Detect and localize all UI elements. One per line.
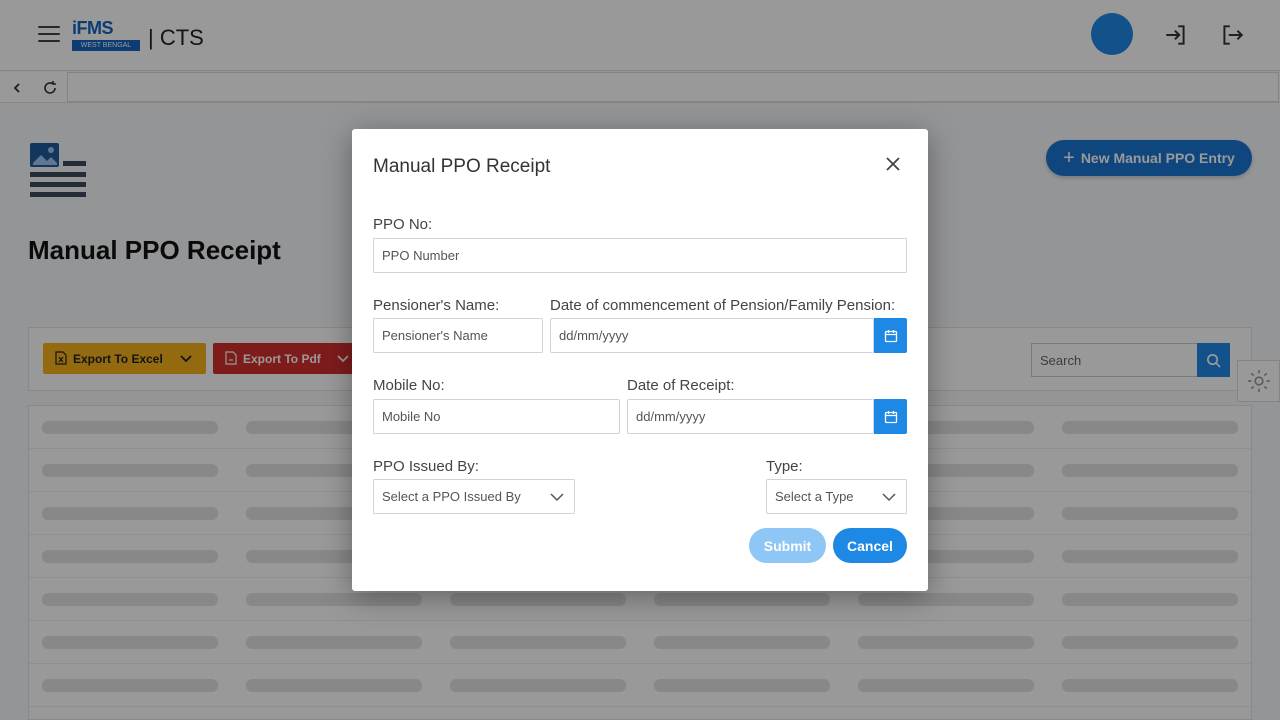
chevron-down-icon [882,493,896,502]
cancel-button[interactable]: Cancel [833,528,907,563]
ppo-number-input[interactable]: PPO Number [373,238,907,273]
receipt-date-label: Date of Receipt: [627,377,735,394]
commencement-date-label: Date of commencement of Pension/Family P… [550,297,896,314]
commencement-calendar-button[interactable] [874,318,907,353]
submit-button[interactable]: Submit [749,528,826,563]
close-icon[interactable] [882,153,904,175]
receipt-date-input[interactable]: dd/mm/yyyy [627,399,874,434]
pensioner-name-label: Pensioner's Name: [373,297,500,314]
mobile-no-label: Mobile No: [373,377,445,394]
calendar-icon [884,410,897,423]
pensioner-name-input[interactable]: Pensioner's Name [373,318,543,353]
ppo-issued-by-select[interactable]: Select a PPO Issued By [373,479,575,514]
receipt-calendar-button[interactable] [874,399,907,434]
type-select[interactable]: Select a Type [766,479,907,514]
type-value: Select a Type [775,489,854,504]
mobile-no-input[interactable]: Mobile No [373,399,620,434]
ppo-issued-by-value: Select a PPO Issued By [382,489,521,504]
dialog-title: Manual PPO Receipt [373,156,551,177]
ppo-issued-by-label: PPO Issued By: [373,458,479,475]
commencement-date-input[interactable]: dd/mm/yyyy [550,318,874,353]
calendar-icon [884,329,897,342]
ppo-no-label: PPO No: [373,216,433,233]
manual-ppo-receipt-dialog: Manual PPO Receipt PPO No: PPO Number Pe… [352,129,928,591]
type-label: Type: [766,458,803,475]
chevron-down-icon [550,493,564,502]
